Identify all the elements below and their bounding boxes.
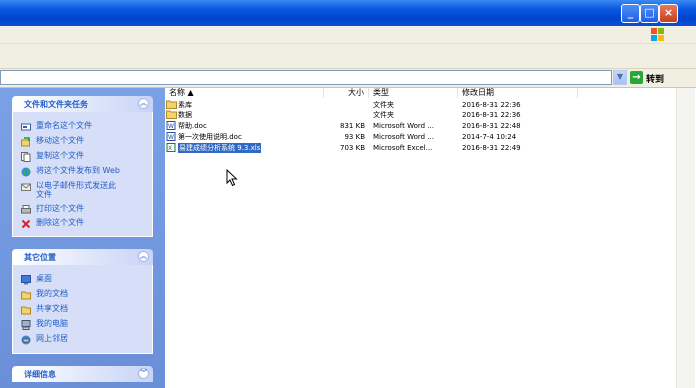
folder-icon xyxy=(21,291,31,300)
column-type-header[interactable]: 类型 xyxy=(369,88,458,98)
task-label: 重命名这个文件 xyxy=(36,121,92,130)
excel-document-icon: X xyxy=(166,143,176,152)
other-places-panel: 桌面 我的文档 共享文档 我的电脑 网上邻居 xyxy=(12,265,153,354)
svg-text:W: W xyxy=(168,123,174,130)
table-row-selected[interactable]: X 易建成绩分析系统 9.3.xls 703 KB Microsoft Exce… xyxy=(165,143,675,153)
file-modified: 2016-8-31 22:36 xyxy=(462,111,521,119)
column-size-header[interactable]: 大小 xyxy=(324,88,369,98)
maximize-icon: □ xyxy=(644,6,655,19)
svg-text:X: X xyxy=(168,145,172,152)
column-header: 名称 ▲ 大小 类型 修改日期 xyxy=(165,88,675,99)
file-size: 831 KB xyxy=(340,122,365,130)
place-label: 网上邻居 xyxy=(36,334,68,343)
close-button[interactable]: × xyxy=(659,4,678,23)
file-name: 数据 xyxy=(178,111,192,119)
vertical-scrollbar[interactable] xyxy=(676,88,695,388)
go-button-label[interactable]: 转到 xyxy=(646,72,664,85)
minimize-button[interactable]: _ xyxy=(621,4,640,23)
file-type: Microsoft Word ... xyxy=(373,122,434,130)
task-label: 移动这个文件 xyxy=(36,136,84,145)
task-label: 打印这个文件 xyxy=(36,204,84,213)
maximize-button[interactable]: □ xyxy=(640,4,659,23)
details-header[interactable]: 详细信息 ︾ xyxy=(12,366,153,382)
file-size: 703 KB xyxy=(340,144,365,152)
place-label: 我的电脑 xyxy=(36,319,68,328)
folder-icon xyxy=(166,100,177,109)
file-tasks-header[interactable]: 文件和文件夹任务 ︽ xyxy=(12,96,153,112)
collapse-chevron-icon[interactable]: ︽ xyxy=(138,98,149,109)
folder-icon xyxy=(21,306,31,315)
file-size: 93 KB xyxy=(344,133,365,141)
folder-icon xyxy=(166,110,177,119)
word-document-icon: W xyxy=(166,121,176,130)
svg-text:W: W xyxy=(168,134,174,141)
file-modified: 2016-8-31 22:36 xyxy=(462,101,521,109)
file-name: 帮助.doc xyxy=(178,122,207,130)
expand-chevron-icon[interactable]: ︾ xyxy=(138,368,149,379)
file-modified: 2016-8-31 22:49 xyxy=(462,144,521,152)
file-type: Microsoft Excel... xyxy=(373,144,433,152)
mouse-cursor-icon xyxy=(226,169,238,187)
menu-bar xyxy=(0,26,696,44)
column-modified-header[interactable]: 修改日期 xyxy=(458,88,578,98)
place-label: 桌面 xyxy=(36,274,52,283)
table-row[interactable]: W 第一次使用说明.doc 93 KB Microsoft Word ... 2… xyxy=(165,132,675,142)
move-icon xyxy=(21,137,30,147)
file-tasks-panel: 重命名这个文件 移动这个文件 复制这个文件 将这个文件发布到 Web 以电子邮件… xyxy=(12,112,153,237)
task-label: 将这个文件发布到 Web xyxy=(36,166,120,175)
file-name: 第一次使用说明.doc xyxy=(178,133,242,141)
minimize-icon: _ xyxy=(627,6,634,19)
task-label-continued: 文件 xyxy=(36,190,52,199)
file-type: 文件夹 xyxy=(373,101,394,109)
file-tasks-title: 文件和文件夹任务 xyxy=(24,100,88,109)
address-dropdown-button[interactable]: ▼ xyxy=(613,70,627,85)
desktop-icon xyxy=(21,275,31,285)
place-label: 共享文档 xyxy=(36,304,68,313)
title-bar[interactable]: _ □ × xyxy=(0,0,696,26)
file-name: 易建成绩分析系统 9.3.xls xyxy=(178,143,262,153)
table-row[interactable]: W 帮助.doc 831 KB Microsoft Word ... 2016-… xyxy=(165,121,675,131)
file-rows: 素库 文件夹 2016-8-31 22:36 数据 文件夹 2016-8-31 … xyxy=(165,100,675,170)
task-label: 复制这个文件 xyxy=(36,151,84,160)
task-label: 删除这个文件 xyxy=(36,218,84,227)
rename-icon xyxy=(21,123,31,131)
file-modified: 2016-8-31 22:48 xyxy=(462,122,521,130)
file-type: 文件夹 xyxy=(373,111,394,119)
windows-logo-icon xyxy=(651,28,664,41)
email-icon xyxy=(21,183,31,191)
table-row[interactable]: 数据 文件夹 2016-8-31 22:36 xyxy=(165,110,675,120)
file-name: 素库 xyxy=(178,101,192,109)
network-icon xyxy=(21,335,31,345)
computer-icon xyxy=(21,320,31,330)
column-name-header[interactable]: 名称 ▲ xyxy=(165,88,324,98)
close-icon: × xyxy=(663,6,674,19)
address-input[interactable] xyxy=(0,70,612,85)
details-title: 详细信息 xyxy=(24,370,56,379)
place-label: 我的文档 xyxy=(36,289,68,298)
delete-icon xyxy=(21,219,31,229)
go-arrow-icon[interactable]: → xyxy=(630,71,643,84)
task-label: 以电子邮件形式发送此 xyxy=(36,181,116,190)
file-modified: 2014-7-4 10:24 xyxy=(462,133,517,141)
globe-icon xyxy=(21,167,31,177)
collapse-chevron-icon[interactable]: ︽ xyxy=(138,251,149,262)
other-places-header[interactable]: 其它位置 ︽ xyxy=(12,249,153,265)
table-row[interactable]: 素库 文件夹 2016-8-31 22:36 xyxy=(165,100,675,110)
copy-icon xyxy=(21,152,31,162)
printer-icon xyxy=(21,205,31,214)
toolbar xyxy=(0,44,696,69)
chevron-down-icon: ▼ xyxy=(616,72,624,81)
file-type: Microsoft Word ... xyxy=(373,133,434,141)
word-document-icon: W xyxy=(166,132,176,141)
other-places-title: 其它位置 xyxy=(24,253,56,262)
